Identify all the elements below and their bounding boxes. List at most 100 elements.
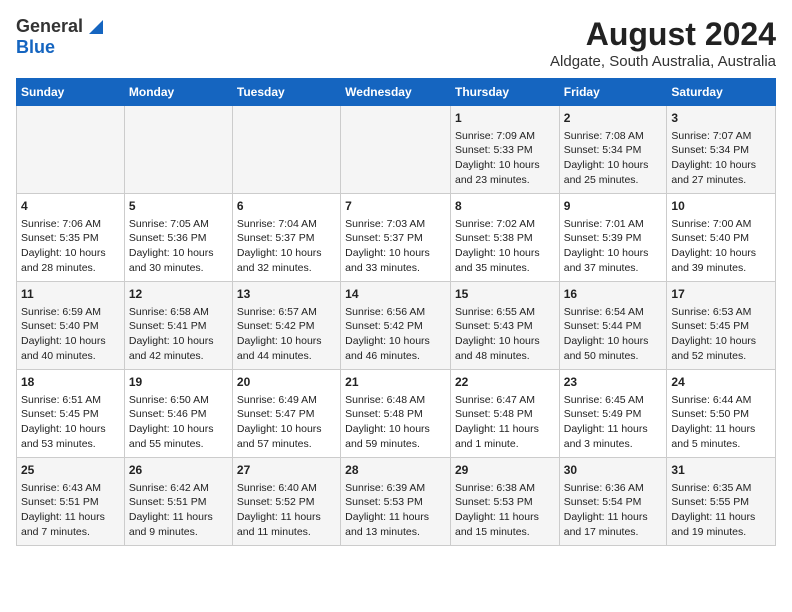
cell-content: Daylight: 10 hours and 23 minutes. <box>455 158 555 187</box>
calendar-cell: 17Sunrise: 6:53 AMSunset: 5:45 PMDayligh… <box>667 282 776 370</box>
cell-content: Sunrise: 6:45 AM <box>564 393 663 408</box>
cell-content: Sunset: 5:53 PM <box>345 495 446 510</box>
cell-content: Daylight: 10 hours and 39 minutes. <box>671 246 771 275</box>
cell-content: Sunrise: 6:39 AM <box>345 481 446 496</box>
calendar-cell: 27Sunrise: 6:40 AMSunset: 5:52 PMDayligh… <box>232 458 340 546</box>
cell-content: Daylight: 11 hours and 9 minutes. <box>129 510 228 539</box>
calendar-cell: 19Sunrise: 6:50 AMSunset: 5:46 PMDayligh… <box>124 370 232 458</box>
cell-content: Sunset: 5:35 PM <box>21 231 120 246</box>
cell-content: Sunset: 5:37 PM <box>345 231 446 246</box>
header-day-sunday: Sunday <box>17 79 125 106</box>
cell-content: Sunset: 5:37 PM <box>237 231 336 246</box>
cell-content: Sunset: 5:53 PM <box>455 495 555 510</box>
cell-content: Sunset: 5:47 PM <box>237 407 336 422</box>
logo-icon <box>85 20 103 34</box>
calendar-cell: 5Sunrise: 7:05 AMSunset: 5:36 PMDaylight… <box>124 194 232 282</box>
cell-content: Sunset: 5:50 PM <box>671 407 771 422</box>
cell-content: Daylight: 11 hours and 7 minutes. <box>21 510 120 539</box>
cell-content: Sunrise: 6:44 AM <box>671 393 771 408</box>
cell-content: Sunset: 5:49 PM <box>564 407 663 422</box>
cell-content: Daylight: 10 hours and 40 minutes. <box>21 334 120 363</box>
cell-content: Sunrise: 6:43 AM <box>21 481 120 496</box>
cell-content: Sunset: 5:40 PM <box>21 319 120 334</box>
day-number: 16 <box>564 286 663 303</box>
title-section: August 2024 Aldgate, South Australia, Au… <box>550 16 776 70</box>
cell-content: Sunset: 5:48 PM <box>345 407 446 422</box>
calendar-cell: 10Sunrise: 7:00 AMSunset: 5:40 PMDayligh… <box>667 194 776 282</box>
cell-content: Sunrise: 7:05 AM <box>129 217 228 232</box>
calendar-cell: 4Sunrise: 7:06 AMSunset: 5:35 PMDaylight… <box>17 194 125 282</box>
calendar-cell: 20Sunrise: 6:49 AMSunset: 5:47 PMDayligh… <box>232 370 340 458</box>
calendar-cell: 12Sunrise: 6:58 AMSunset: 5:41 PMDayligh… <box>124 282 232 370</box>
cell-content: Sunset: 5:55 PM <box>671 495 771 510</box>
calendar-cell: 15Sunrise: 6:55 AMSunset: 5:43 PMDayligh… <box>450 282 559 370</box>
day-number: 9 <box>564 198 663 215</box>
calendar-cell: 7Sunrise: 7:03 AMSunset: 5:37 PMDaylight… <box>341 194 451 282</box>
calendar-cell: 30Sunrise: 6:36 AMSunset: 5:54 PMDayligh… <box>559 458 667 546</box>
cell-content: Daylight: 10 hours and 37 minutes. <box>564 246 663 275</box>
day-number: 2 <box>564 110 663 127</box>
cell-content: Daylight: 10 hours and 59 minutes. <box>345 422 446 451</box>
day-number: 5 <box>129 198 228 215</box>
cell-content: Sunset: 5:52 PM <box>237 495 336 510</box>
cell-content: Daylight: 10 hours and 46 minutes. <box>345 334 446 363</box>
cell-content: Daylight: 11 hours and 13 minutes. <box>345 510 446 539</box>
cell-content: Sunrise: 6:58 AM <box>129 305 228 320</box>
day-number: 21 <box>345 374 446 391</box>
cell-content: Sunset: 5:39 PM <box>564 231 663 246</box>
cell-content: Daylight: 10 hours and 35 minutes. <box>455 246 555 275</box>
calendar-cell: 11Sunrise: 6:59 AMSunset: 5:40 PMDayligh… <box>17 282 125 370</box>
day-number: 19 <box>129 374 228 391</box>
header-day-tuesday: Tuesday <box>232 79 340 106</box>
cell-content: Daylight: 10 hours and 55 minutes. <box>129 422 228 451</box>
cell-content: Daylight: 10 hours and 57 minutes. <box>237 422 336 451</box>
cell-content: Daylight: 10 hours and 33 minutes. <box>345 246 446 275</box>
cell-content: Sunset: 5:34 PM <box>671 143 771 158</box>
calendar-cell: 21Sunrise: 6:48 AMSunset: 5:48 PMDayligh… <box>341 370 451 458</box>
day-number: 28 <box>345 462 446 479</box>
cell-content: Sunset: 5:42 PM <box>237 319 336 334</box>
calendar-cell: 13Sunrise: 6:57 AMSunset: 5:42 PMDayligh… <box>232 282 340 370</box>
calendar-cell: 14Sunrise: 6:56 AMSunset: 5:42 PMDayligh… <box>341 282 451 370</box>
day-number: 23 <box>564 374 663 391</box>
logo: General Blue <box>16 16 103 58</box>
header-day-friday: Friday <box>559 79 667 106</box>
cell-content: Daylight: 10 hours and 53 minutes. <box>21 422 120 451</box>
day-number: 24 <box>671 374 771 391</box>
cell-content: Sunrise: 6:50 AM <box>129 393 228 408</box>
cell-content: Sunset: 5:43 PM <box>455 319 555 334</box>
header-day-thursday: Thursday <box>450 79 559 106</box>
day-number: 27 <box>237 462 336 479</box>
cell-content: Daylight: 10 hours and 25 minutes. <box>564 158 663 187</box>
week-row-5: 25Sunrise: 6:43 AMSunset: 5:51 PMDayligh… <box>17 458 776 546</box>
cell-content: Daylight: 11 hours and 19 minutes. <box>671 510 771 539</box>
cell-content: Sunset: 5:54 PM <box>564 495 663 510</box>
calendar-cell: 9Sunrise: 7:01 AMSunset: 5:39 PMDaylight… <box>559 194 667 282</box>
cell-content: Sunrise: 6:57 AM <box>237 305 336 320</box>
cell-content: Sunrise: 6:49 AM <box>237 393 336 408</box>
cell-content: Daylight: 11 hours and 1 minute. <box>455 422 555 451</box>
cell-content: Sunrise: 6:42 AM <box>129 481 228 496</box>
cell-content: Sunrise: 7:09 AM <box>455 129 555 144</box>
cell-content: Sunrise: 7:03 AM <box>345 217 446 232</box>
cell-content: Daylight: 10 hours and 48 minutes. <box>455 334 555 363</box>
calendar-cell <box>341 106 451 194</box>
calendar-cell: 1Sunrise: 7:09 AMSunset: 5:33 PMDaylight… <box>450 106 559 194</box>
day-number: 25 <box>21 462 120 479</box>
day-number: 14 <box>345 286 446 303</box>
header-day-saturday: Saturday <box>667 79 776 106</box>
page-header: General Blue August 2024 Aldgate, South … <box>16 16 776 70</box>
cell-content: Sunrise: 6:53 AM <box>671 305 771 320</box>
day-number: 11 <box>21 286 120 303</box>
cell-content: Daylight: 10 hours and 32 minutes. <box>237 246 336 275</box>
cell-content: Daylight: 10 hours and 52 minutes. <box>671 334 771 363</box>
cell-content: Sunset: 5:40 PM <box>671 231 771 246</box>
calendar-table: SundayMondayTuesdayWednesdayThursdayFrid… <box>16 78 776 546</box>
cell-content: Sunset: 5:51 PM <box>129 495 228 510</box>
day-number: 17 <box>671 286 771 303</box>
header-day-wednesday: Wednesday <box>341 79 451 106</box>
cell-content: Daylight: 10 hours and 44 minutes. <box>237 334 336 363</box>
cell-content: Daylight: 11 hours and 3 minutes. <box>564 422 663 451</box>
calendar-cell: 18Sunrise: 6:51 AMSunset: 5:45 PMDayligh… <box>17 370 125 458</box>
cell-content: Sunset: 5:36 PM <box>129 231 228 246</box>
